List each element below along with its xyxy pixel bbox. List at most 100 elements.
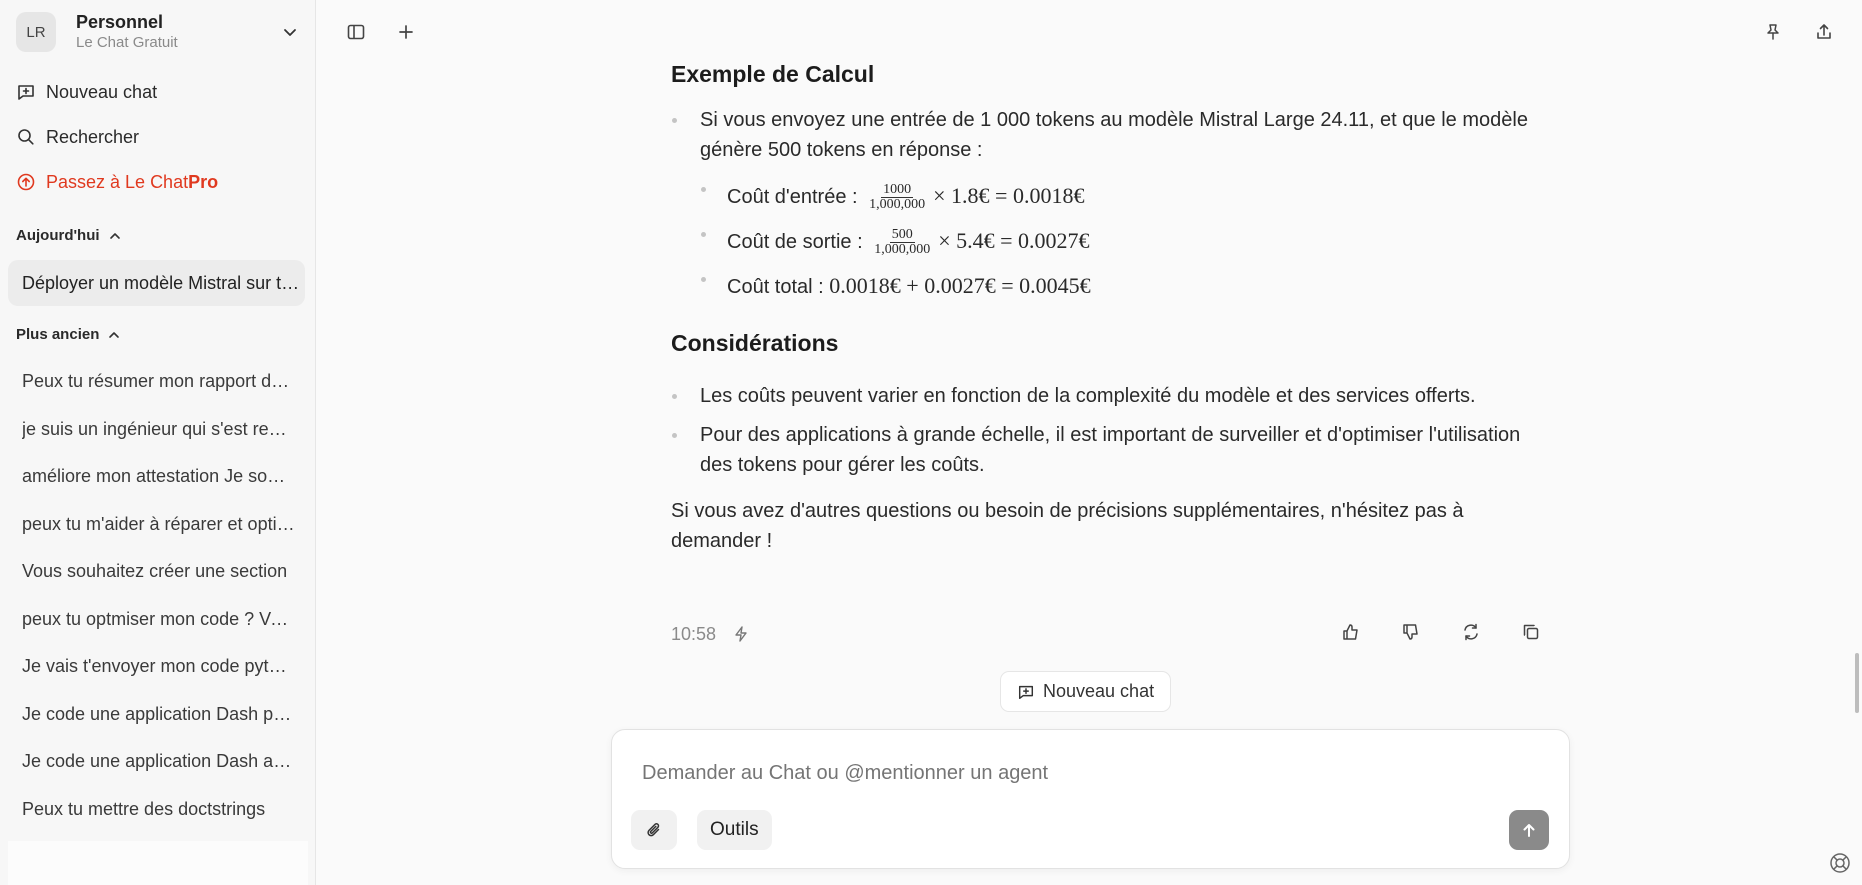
copy-button[interactable]	[1519, 620, 1543, 644]
consideration-item: Pour des applications à grande échelle, …	[671, 420, 1551, 480]
section-today-label: Aujourd'hui	[16, 227, 100, 244]
upgrade-prefix: Passez à Le Chat	[46, 171, 189, 192]
copy-icon	[1523, 624, 1539, 640]
lightning-icon[interactable]	[732, 625, 750, 643]
avatar: LR	[16, 12, 56, 52]
cost-total-label: Coût total :	[727, 276, 830, 298]
new-chat-label: Nouveau chat	[46, 81, 158, 102]
share-button[interactable]	[1812, 20, 1836, 44]
chat-item[interactable]: Je vais t'envoyer mon code python	[8, 643, 305, 691]
account-plan: Le Chat Gratuit	[76, 33, 178, 51]
cost-output-den: 1,000,000	[874, 242, 931, 258]
chevron-up-icon	[109, 232, 120, 239]
cost-output-formula: × 5.4€ = 0.0027€	[938, 228, 1090, 253]
sidebar: LR Personnel Le Chat Gratuit Nouveau cha…	[0, 0, 316, 885]
chat-item-label: Déployer un modèle Mistral sur ton serve…	[22, 272, 302, 293]
sidebar-panel-icon	[347, 24, 365, 40]
example-list: Si vous envoyez une entrée de 1 000 toke…	[671, 105, 1551, 165]
tools-label: Outils	[710, 819, 759, 840]
share-icon	[1817, 24, 1831, 39]
sidebar-footer	[8, 841, 308, 885]
section-older[interactable]: Plus ancien	[16, 326, 121, 343]
search-label: Rechercher	[46, 126, 140, 147]
cost-total: Coût total : 0.0018€ + 0.0027€ = 0.0045€	[671, 264, 1551, 309]
chat-item-label: Je code une application Dash avec	[22, 751, 295, 772]
chat-item-label: Je code une application Dash pour	[22, 703, 295, 724]
like-button[interactable]	[1339, 620, 1363, 644]
cost-list: Coût d'entrée : 1000 1,000,000 × 1.8€ = 0.…	[671, 174, 1551, 309]
cost-output-label: Coût de sortie :	[727, 231, 869, 253]
chat-item-label: Je vais t'envoyer mon code python	[22, 656, 295, 677]
assistant-message: Exemple de Calcul Si vous envoyez une en…	[671, 60, 1551, 556]
thumbs-up-icon	[1343, 624, 1358, 640]
consideration-text: Les coûts peuvent varier en fonction de …	[700, 385, 1476, 407]
toggle-sidebar-button[interactable]	[344, 20, 368, 44]
new-chat-icon	[18, 85, 34, 100]
plus-icon	[399, 25, 413, 39]
cost-output-fraction: 500 1,000,000	[872, 228, 932, 257]
new-chat-icon	[1018, 685, 1034, 699]
chat-item-active[interactable]: Déployer un modèle Mistral sur ton serve…	[8, 260, 305, 306]
chat-item[interactable]: Peux tu résumer mon rapport de stage	[8, 358, 305, 406]
section-older-label: Plus ancien	[16, 326, 100, 343]
upgrade-suffix: Pro	[188, 171, 219, 192]
regenerate-button[interactable]	[1459, 620, 1483, 644]
consideration-text: Pour des applications à grande échelle, …	[700, 424, 1521, 476]
cost-input-fraction: 1000 1,000,000	[867, 183, 927, 212]
upgrade-pro-link[interactable]: Passez à Le Chat Pro	[16, 168, 218, 196]
paperclip-icon	[647, 823, 660, 837]
chat-item[interactable]: améliore mon attestation Je soussigné	[8, 453, 305, 501]
attach-button[interactable]	[631, 810, 677, 850]
new-chat-pill-button[interactable]: Nouveau chat	[1000, 671, 1172, 712]
example-bullet: Si vous envoyez une entrée de 1 000 toke…	[671, 105, 1551, 165]
tools-button[interactable]: Outils	[697, 810, 772, 850]
message-meta: 10:58	[671, 620, 1543, 648]
closing-paragraph: Si vous avez d'autres questions ou besoi…	[671, 500, 1464, 552]
search-button[interactable]: Rechercher	[16, 123, 139, 151]
chat-item[interactable]: je suis un ingénieur qui s'est reconvert…	[8, 406, 305, 454]
chevron-up-icon	[109, 331, 120, 338]
scrollbar-thumb[interactable]	[1855, 653, 1859, 713]
chat-item-label: Vous souhaitez créer une section	[22, 561, 288, 582]
chat-item[interactable]: Je code une application Dash avec	[8, 738, 305, 786]
message-time: 10:58	[671, 623, 717, 644]
send-arrow-icon	[1523, 824, 1535, 837]
dislike-button[interactable]	[1399, 620, 1423, 644]
chat-item-label: peux tu m'aider à réparer et optimiser	[22, 513, 295, 534]
chat-item[interactable]: peux tu m'aider à réparer et optimiser	[8, 501, 305, 549]
refresh-icon	[1464, 623, 1478, 641]
heading-considerations: Considérations	[671, 330, 839, 356]
example-bullet-text: Si vous envoyez une entrée de 1 000 toke…	[700, 109, 1528, 161]
section-today[interactable]: Aujourd'hui	[16, 227, 122, 244]
chat-item-label: peux tu optmiser mon code ? Voici	[22, 608, 295, 629]
considerations-list: Les coûts peuvent varier en fonction de …	[671, 381, 1551, 480]
cost-total-formula: 0.0018€ + 0.0027€ = 0.0045€	[829, 273, 1091, 298]
chat-item[interactable]: Je code une application Dash pour	[8, 691, 305, 739]
account-switcher[interactable]: LR Personnel Le Chat Gratuit	[16, 12, 300, 52]
chat-item[interactable]: Vous souhaitez créer une section	[8, 548, 305, 596]
cost-output-num: 500	[889, 227, 915, 244]
composer: Outils	[611, 729, 1570, 869]
heading-example: Exemple de Calcul	[671, 61, 875, 87]
cost-input-num: 1000	[881, 182, 914, 199]
new-chat-button[interactable]: Nouveau chat	[16, 78, 157, 106]
help-icon[interactable]	[1828, 851, 1852, 875]
cost-input-label: Coût d'entrée :	[727, 186, 864, 208]
chat-history-list: Peux tu résumer mon rapport de stage je …	[8, 358, 305, 833]
chat-item-label: Peux tu résumer mon rapport de stage	[22, 371, 295, 392]
upgrade-arrow-icon	[17, 173, 35, 191]
new-chat-plus-button[interactable]	[394, 20, 418, 44]
chevron-down-icon[interactable]	[280, 22, 300, 42]
chat-item[interactable]: Peux tu mettre des doctstrings	[8, 786, 305, 834]
pin-icon	[1767, 24, 1779, 40]
chat-item-label: améliore mon attestation Je soussigné	[22, 466, 295, 487]
account-name: Personnel	[76, 12, 164, 33]
message-input[interactable]	[642, 762, 1522, 785]
cost-input-den: 1,000,000	[869, 197, 926, 213]
chat-item[interactable]: peux tu optmiser mon code ? Voici	[8, 596, 305, 644]
scrollbar[interactable]	[1852, 70, 1862, 720]
chat-item-label: je suis un ingénieur qui s'est reconvert…	[22, 418, 295, 439]
pin-button[interactable]	[1761, 20, 1785, 44]
send-button[interactable]	[1509, 810, 1549, 850]
search-icon	[18, 129, 34, 145]
